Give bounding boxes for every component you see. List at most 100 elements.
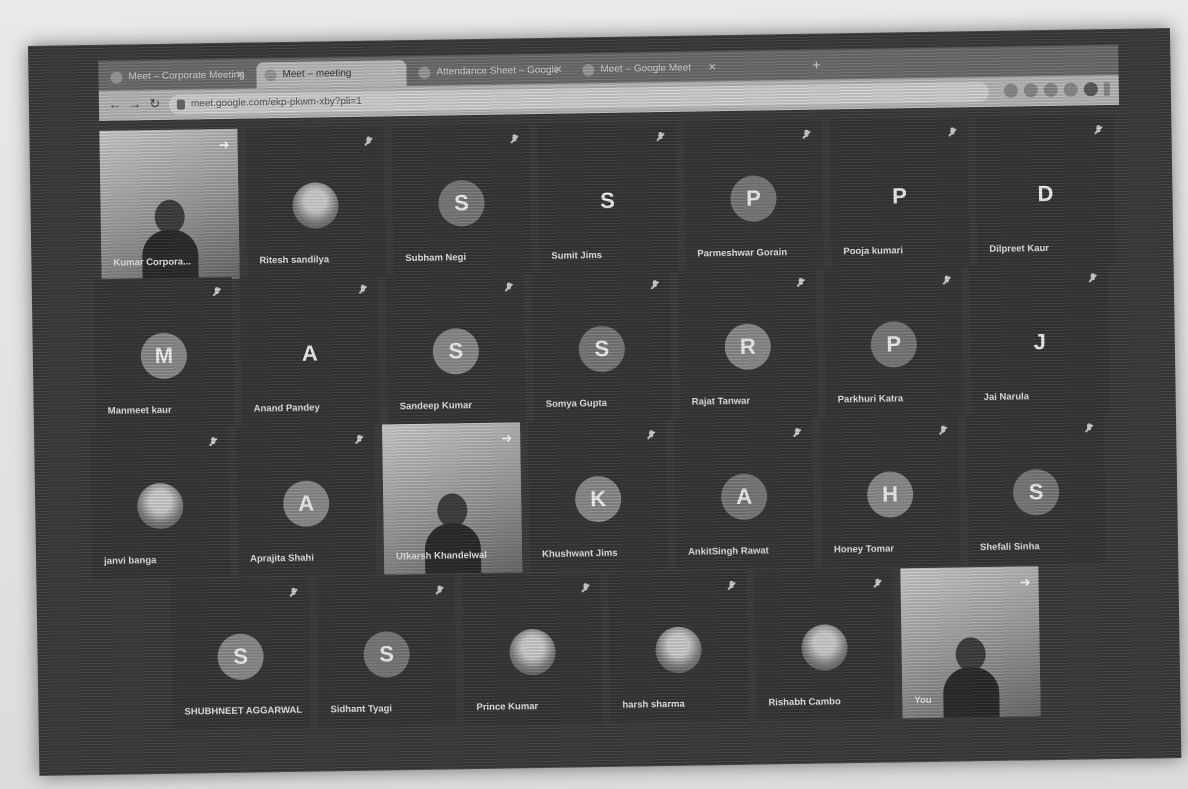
participant-name: Utkarsh Khandelwal xyxy=(395,549,487,563)
participant-name: Sumit Jims xyxy=(551,250,603,262)
mic-off-icon xyxy=(942,276,952,288)
participant-avatar: S xyxy=(599,187,616,214)
profile-avatar-icon[interactable] xyxy=(1083,82,1098,97)
meet-favicon-icon xyxy=(582,64,595,77)
participant-tile[interactable]: J Jai Narula xyxy=(969,263,1110,416)
mic-off-icon xyxy=(796,278,806,290)
participant-avatar xyxy=(136,482,184,530)
participant-name: Prince Kumar xyxy=(476,701,539,714)
participant-tile[interactable]: S SHUBHNEET AGGARWAL xyxy=(170,577,311,730)
participant-name: Rishabh Cambo xyxy=(768,696,841,709)
mic-off-icon xyxy=(801,130,811,142)
participant-tile[interactable]: Prince Kumar xyxy=(462,573,603,726)
present-arrow-icon: ➜ xyxy=(218,136,230,153)
mic-off-icon xyxy=(726,581,736,593)
participant-tile[interactable]: janvi banga xyxy=(90,426,231,580)
participant-avatar: M xyxy=(140,332,188,380)
mic-off-icon xyxy=(655,132,665,144)
participant-tile[interactable]: ➜ You xyxy=(900,566,1041,719)
sheets-favicon-icon xyxy=(418,66,431,79)
participant-tile[interactable]: P Parkhuri Katra xyxy=(823,265,964,418)
browser-tab-active[interactable]: Meet – meeting ✕ xyxy=(256,60,407,89)
participant-name: Honey Tomar xyxy=(833,543,895,556)
participant-tile[interactable]: ➜ Utkarsh Khandelwal xyxy=(381,422,523,575)
person-silhouette xyxy=(942,637,1000,719)
puzzle-icon[interactable] xyxy=(1063,82,1078,97)
close-tab-icon[interactable]: ✕ xyxy=(554,58,563,84)
participant-tile[interactable]: R Rajat Tanwar xyxy=(677,267,818,420)
participant-tile[interactable]: P Pooja kumari xyxy=(829,117,970,270)
extension-icon[interactable] xyxy=(1023,83,1038,98)
participant-avatar: S xyxy=(432,327,480,375)
participant-name: Anand Pandey xyxy=(253,402,320,415)
participant-avatar: S xyxy=(578,325,626,373)
participant-tile[interactable]: S Sandeep Kumar xyxy=(385,272,526,425)
participant-tile[interactable]: M Manmeet kaur xyxy=(93,276,235,429)
new-tab-button[interactable]: + xyxy=(806,53,826,75)
participant-tile[interactable]: A AnkitSingh Rawat xyxy=(673,417,815,570)
participant-tile[interactable]: S Sidhant Tyagi xyxy=(316,575,457,728)
body-shape xyxy=(424,522,482,575)
participant-tile[interactable]: Rishabh Cambo xyxy=(754,568,895,721)
participant-name: Parkhuri Katra xyxy=(837,393,904,406)
participant-tile[interactable]: H Honey Tomar xyxy=(819,415,961,568)
participant-tile[interactable]: Ritesh sandilya xyxy=(245,126,386,279)
participant-tile[interactable]: S Subham Negi xyxy=(391,124,532,277)
reload-icon[interactable]: ↻ xyxy=(147,96,163,112)
participant-tile[interactable]: A Anand Pandey xyxy=(239,274,380,427)
participant-name: Ritesh sandilya xyxy=(259,254,330,267)
back-arrow-icon[interactable]: ← xyxy=(107,97,123,113)
tab-label: Meet – Corporate Meeting xyxy=(128,69,245,83)
participant-tile[interactable]: S Sumit Jims xyxy=(537,121,678,274)
bookmark-star-icon[interactable] xyxy=(1003,83,1018,98)
close-tab-icon[interactable]: ✕ xyxy=(390,60,399,86)
participant-avatar: S xyxy=(363,631,410,678)
browser-tab[interactable]: Attendance Sheet – Google ✕ xyxy=(410,57,570,86)
mic-off-icon xyxy=(650,280,660,292)
present-arrow-icon: ➜ xyxy=(1019,574,1031,590)
person-silhouette xyxy=(141,199,200,281)
participant-grid: ➜ Kumar Corpora... Ritesh sandilya S Subham … xyxy=(28,28,1170,730)
mic-off-icon xyxy=(289,588,299,600)
participant-avatar: D xyxy=(1037,180,1054,207)
participant-tile[interactable]: harsh sharma xyxy=(608,570,749,723)
participant-avatar: R xyxy=(724,323,772,371)
photo-of-screen: Meet – Corporate Meeting ✕ Meet – meetin… xyxy=(0,0,1188,789)
mic-off-icon xyxy=(208,437,218,449)
participant-avatar xyxy=(509,628,556,676)
extension-icon[interactable] xyxy=(1043,82,1058,98)
present-arrow-icon: ➜ xyxy=(501,430,513,446)
browser-tab[interactable]: Meet – Corporate Meeting ✕ xyxy=(102,62,252,90)
participant-name: Sidhant Tyagi xyxy=(330,703,393,716)
mic-off-icon xyxy=(1084,423,1094,435)
participant-tile[interactable]: S Somya Gupta xyxy=(531,269,672,423)
mic-off-icon xyxy=(792,428,802,440)
participant-avatar xyxy=(292,182,339,229)
participant-tile[interactable]: K Khushwant Jims xyxy=(527,420,669,573)
tab-label: Meet – meeting xyxy=(282,67,352,81)
tab-label: Attendance Sheet – Google xyxy=(436,64,560,78)
participant-avatar xyxy=(655,626,702,674)
participant-name: You xyxy=(914,694,932,707)
mic-off-icon xyxy=(1093,125,1103,137)
menu-dots-icon[interactable] xyxy=(1103,82,1110,97)
participant-avatar: S xyxy=(438,179,485,227)
participant-tile[interactable]: P Parmeshwar Gorain xyxy=(683,119,824,272)
forward-arrow-icon[interactable]: → xyxy=(127,96,143,112)
participant-tile[interactable]: D Dilpreet Kaur xyxy=(975,114,1116,268)
participant-avatar: P xyxy=(891,183,908,209)
close-tab-icon[interactable]: ✕ xyxy=(236,63,245,89)
participant-name: Shefali Sinha xyxy=(979,541,1040,554)
participant-name: Aprajita Shahi xyxy=(250,552,315,565)
participant-avatar: K xyxy=(574,475,622,523)
participant-tile[interactable]: S Shefali Sinha xyxy=(965,413,1107,566)
participant-avatar: A xyxy=(282,480,330,528)
participant-name: Kumar Corpora... xyxy=(113,256,192,269)
participant-tile[interactable]: A Aprajita Shahi xyxy=(236,424,377,577)
mic-off-icon xyxy=(581,583,591,595)
participant-tile[interactable]: ➜ Kumar Corpora... xyxy=(99,128,240,281)
mic-off-icon xyxy=(646,430,656,442)
close-tab-icon[interactable]: ✕ xyxy=(708,55,717,81)
browser-tab[interactable]: Meet – Google Meet ✕ xyxy=(574,55,724,83)
participant-avatar: P xyxy=(730,175,777,222)
